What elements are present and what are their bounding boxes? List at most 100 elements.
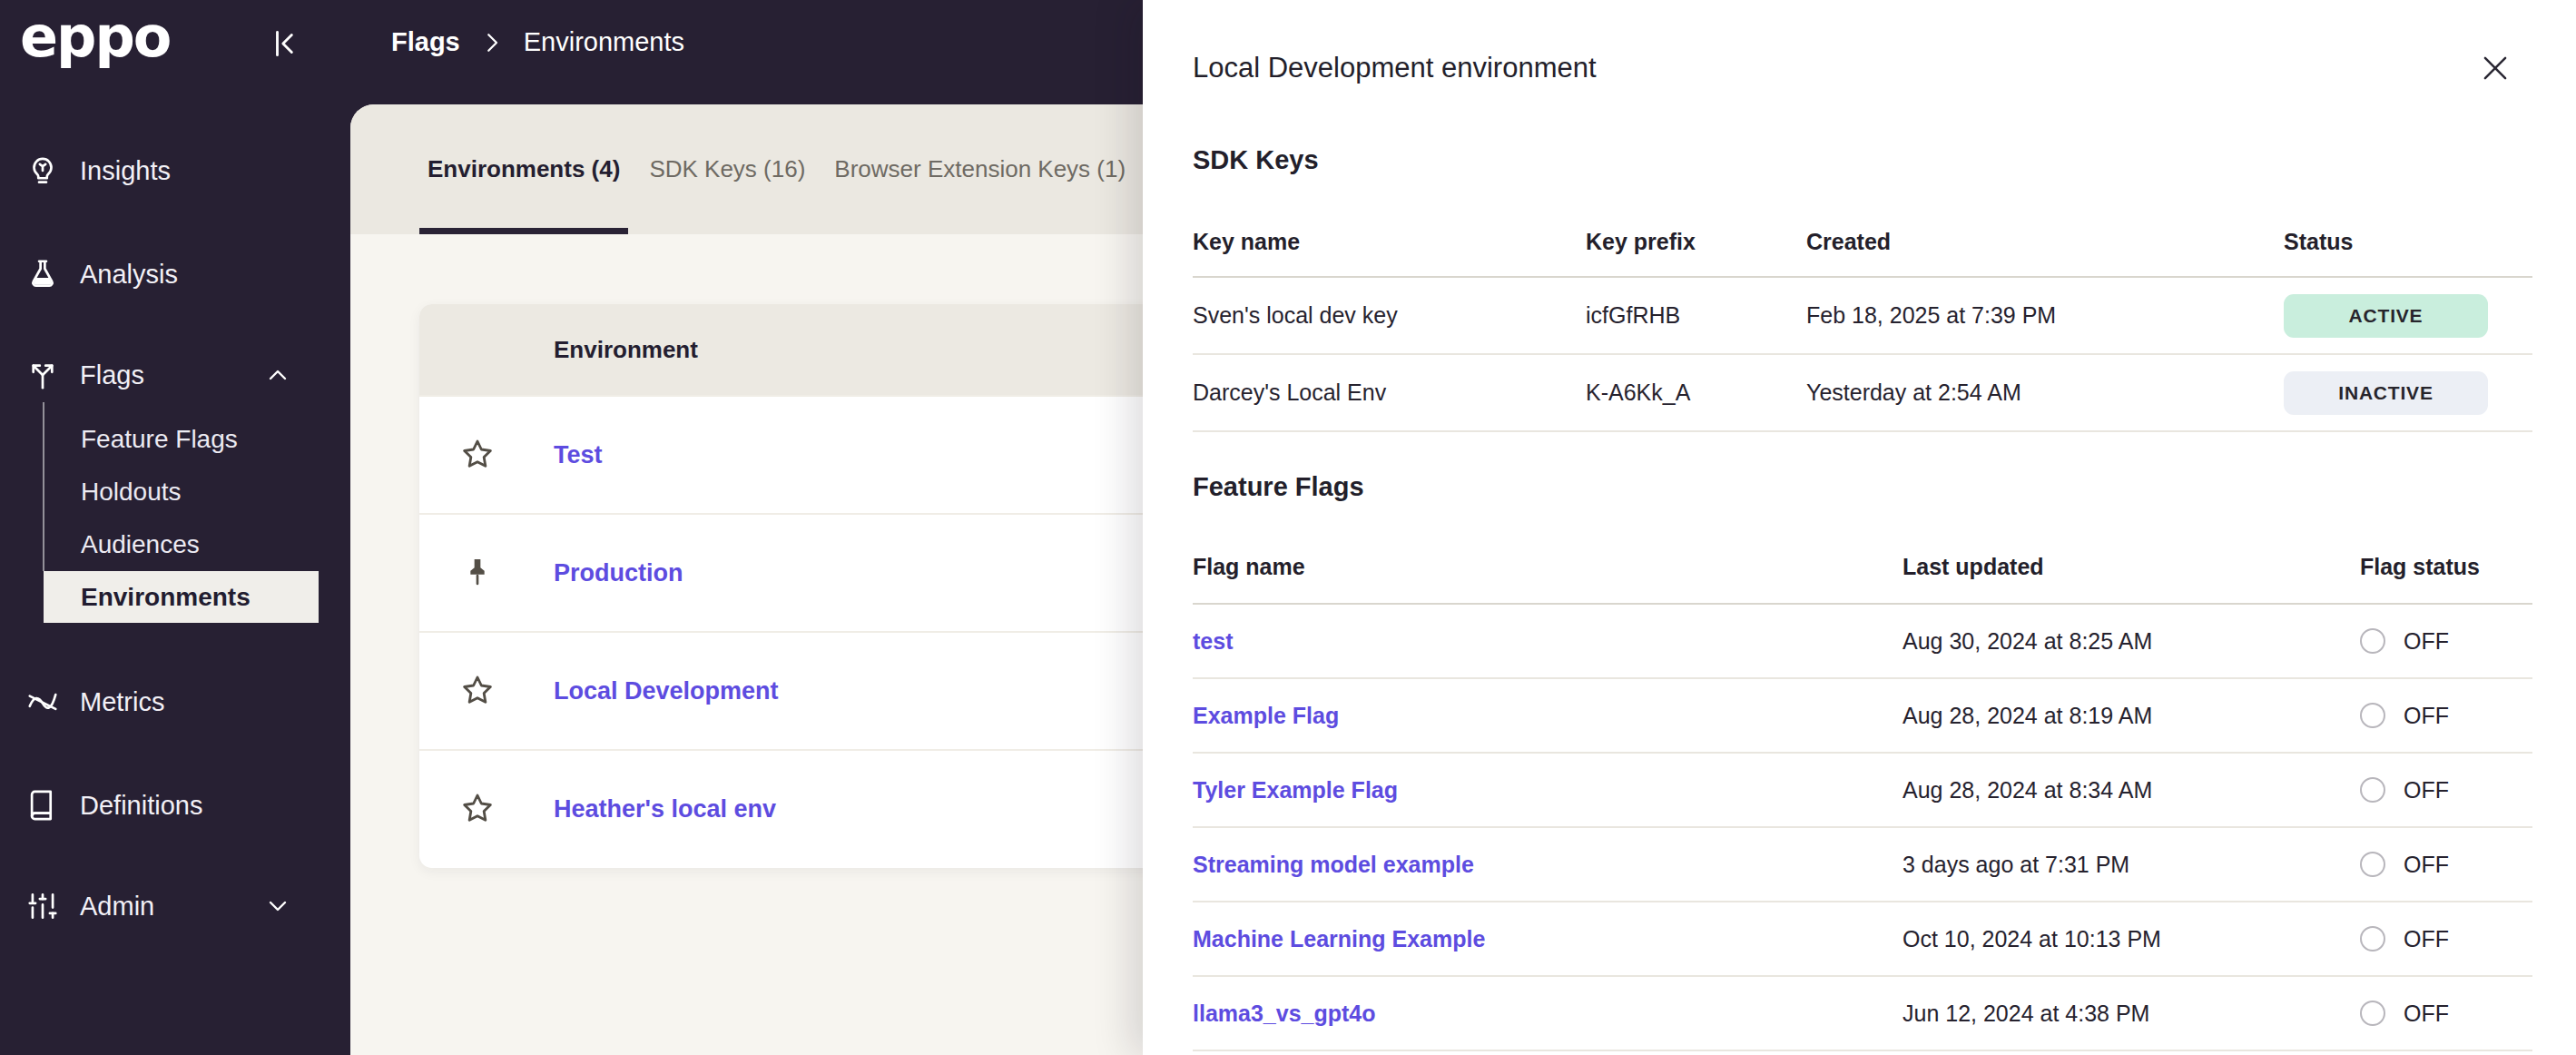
feature-flags-table-header: Flag name Last updated Flag status (1193, 530, 2532, 605)
status-badge: ACTIVE (2284, 294, 2488, 338)
branch-icon (25, 358, 60, 392)
flag-link[interactable]: Streaming model example (1193, 852, 1903, 878)
key-created: Yesterday at 2:54 AM (1806, 380, 2284, 406)
table-row: Darcey's Local Env K-A6Kk_A Yesterday at… (1193, 355, 2532, 432)
sidebar-item-label: Metrics (80, 687, 164, 717)
flag-status-label: OFF (2404, 777, 2449, 804)
drawer-title: Local Development environment (1193, 52, 1597, 84)
sidebar-item-flags[interactable]: Flags (0, 350, 350, 400)
flag-link[interactable]: Machine Learning Example (1193, 926, 1903, 952)
column-environment: Environment (554, 336, 698, 364)
environment-link[interactable]: Heather's local env (554, 795, 776, 823)
column-key-name: Key name (1193, 229, 1586, 255)
key-created: Feb 18, 2025 at 7:39 PM (1806, 302, 2284, 329)
lightbulb-icon (25, 153, 60, 188)
flask-icon (25, 257, 60, 291)
flag-link[interactable]: Example Flag (1193, 703, 1903, 729)
tab-sdk-keys[interactable]: SDK Keys (16) (641, 104, 813, 234)
breadcrumb: Flags Environments (391, 27, 684, 57)
key-prefix: icfGfRHB (1586, 302, 1806, 329)
sidebar-item-audiences[interactable]: Audiences (44, 518, 319, 570)
sidebar-item-insights[interactable]: Insights (0, 145, 350, 196)
table-row: test Aug 30, 2024 at 8:25 AM OFF (1193, 605, 2532, 679)
column-flag-name: Flag name (1193, 554, 1903, 580)
table-row: Sven's local dev key icfGfRHB Feb 18, 20… (1193, 278, 2532, 355)
environment-link[interactable]: Production (554, 559, 683, 587)
flag-updated: Oct 10, 2024 at 10:13 PM (1903, 926, 2360, 952)
column-last-updated: Last updated (1903, 554, 2360, 580)
sidebar-item-feature-flags[interactable]: Feature Flags (44, 413, 319, 465)
key-prefix: K-A6Kk_A (1586, 380, 1806, 406)
breadcrumb-environments[interactable]: Environments (524, 27, 684, 57)
flag-link[interactable]: test (1193, 628, 1903, 655)
sidebar-item-label: Environments (81, 583, 251, 612)
status-badge: INACTIVE (2284, 371, 2488, 415)
column-key-prefix: Key prefix (1586, 229, 1806, 255)
chevron-up-icon[interactable] (263, 360, 292, 389)
chevron-right-icon (478, 29, 506, 56)
flag-status-label: OFF (2404, 852, 2449, 878)
sidebar-item-label: Definitions (80, 791, 202, 821)
column-flag-status: Flag status (2360, 554, 2532, 580)
radio-off-icon[interactable] (2360, 1001, 2385, 1026)
sidebar-item-environments[interactable]: Environments (44, 571, 319, 623)
sdk-keys-table: Key name Key prefix Created Status Sven'… (1193, 207, 2532, 432)
breadcrumb-flags[interactable]: Flags (391, 27, 460, 57)
table-row: Machine Learning Example Oct 10, 2024 at… (1193, 902, 2532, 977)
sidebar-item-metrics[interactable]: Metrics (0, 676, 350, 727)
sidebar-item-definitions[interactable]: Definitions (0, 780, 350, 831)
radio-off-icon[interactable] (2360, 703, 2385, 728)
star-icon[interactable] (459, 791, 496, 827)
flag-updated: Aug 28, 2024 at 8:19 AM (1903, 703, 2360, 729)
environment-detail-drawer: Local Development environment SDK Keys K… (1143, 0, 2576, 1055)
environment-link[interactable]: Test (554, 441, 603, 469)
column-created: Created (1806, 229, 2284, 255)
tab-environments[interactable]: Environments (4) (419, 104, 628, 234)
book-icon (25, 788, 60, 823)
table-row: llama3_vs_gpt4o Jun 12, 2024 at 4:38 PM … (1193, 977, 2532, 1051)
column-status: Status (2284, 229, 2532, 255)
flag-link[interactable]: Tyler Example Flag (1193, 777, 1903, 804)
radio-off-icon[interactable] (2360, 852, 2385, 877)
eppo-logo: eppo (20, 4, 170, 70)
trend-icon (25, 685, 60, 719)
sidebar-item-holdouts[interactable]: Holdouts (44, 466, 319, 518)
chevron-down-icon[interactable] (263, 892, 292, 921)
table-row: Tyler Example Flag Aug 28, 2024 at 8:34 … (1193, 754, 2532, 828)
sidebar-collapse-icon[interactable] (269, 26, 303, 61)
environment-link[interactable]: Local Development (554, 677, 779, 705)
radio-off-icon[interactable] (2360, 926, 2385, 951)
feature-flags-table: Flag name Last updated Flag status test … (1193, 530, 2532, 1051)
star-icon[interactable] (459, 437, 496, 473)
sidebar-item-label: Audiences (81, 530, 200, 559)
sliders-icon (25, 889, 60, 923)
sidebar-item-label: Analysis (80, 260, 178, 290)
key-name: Darcey's Local Env (1193, 380, 1586, 406)
sidebar-item-label: Insights (80, 156, 171, 186)
flag-status-label: OFF (2404, 1001, 2449, 1027)
flag-updated: Jun 12, 2024 at 4:38 PM (1903, 1001, 2360, 1027)
sidebar-item-analysis[interactable]: Analysis (0, 249, 350, 300)
pin-icon[interactable] (459, 555, 496, 591)
sdk-keys-heading: SDK Keys (1193, 145, 1319, 175)
key-name: Sven's local dev key (1193, 302, 1586, 329)
sidebar-item-label: Admin (80, 892, 154, 922)
flag-status-label: OFF (2404, 628, 2449, 655)
flag-updated: 3 days ago at 7:31 PM (1903, 852, 2360, 878)
flag-status-label: OFF (2404, 926, 2449, 952)
sidebar-item-admin[interactable]: Admin (0, 881, 350, 932)
close-icon[interactable] (2478, 51, 2512, 85)
radio-off-icon[interactable] (2360, 777, 2385, 803)
star-icon[interactable] (459, 673, 496, 709)
table-row: Example Flag Aug 28, 2024 at 8:19 AM OFF (1193, 679, 2532, 754)
tab-browser-extension-keys[interactable]: Browser Extension Keys (1) (826, 104, 1134, 234)
sidebar-item-label: Flags (80, 360, 144, 390)
sdk-keys-table-header: Key name Key prefix Created Status (1193, 207, 2532, 278)
sidebar-item-label: Feature Flags (81, 425, 238, 454)
feature-flags-heading: Feature Flags (1193, 472, 1364, 502)
flag-updated: Aug 28, 2024 at 8:34 AM (1903, 777, 2360, 804)
flag-link[interactable]: llama3_vs_gpt4o (1193, 1001, 1903, 1027)
radio-off-icon[interactable] (2360, 628, 2385, 654)
flag-updated: Aug 30, 2024 at 8:25 AM (1903, 628, 2360, 655)
sidebar-item-label: Holdouts (81, 478, 182, 507)
